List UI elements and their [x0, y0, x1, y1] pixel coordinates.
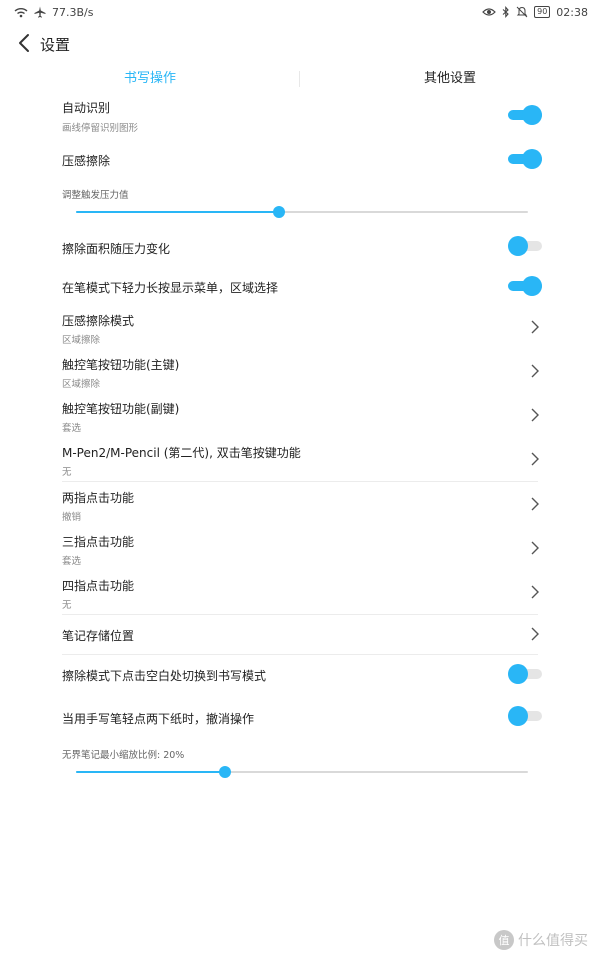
mpen-double-tap-value: 无	[62, 467, 72, 478]
section-divider	[62, 614, 538, 615]
two-finger-tap-label[interactable]: 两指点击功能	[62, 489, 134, 506]
bluetooth-icon	[502, 6, 509, 18]
erase-tap-switch-label: 擦除模式下点击空白处切换到书写模式	[62, 669, 267, 683]
two-finger-tap-value: 撤销	[62, 512, 82, 523]
auto-recognize-sub: 画线停留识别图形	[62, 123, 139, 134]
wifi-icon	[14, 7, 28, 17]
clock: 02:38	[556, 5, 588, 19]
auto-recognize-label: 自动识别	[62, 101, 111, 115]
three-finger-tap-value: 套选	[62, 556, 82, 567]
pen-button-primary-label[interactable]: 触控笔按钮功能(主键)	[62, 356, 179, 373]
pressure-erase-label: 压感擦除	[62, 154, 111, 168]
pen-long-press-toggle[interactable]	[508, 276, 542, 296]
pressure-threshold-label: 调整触发压力值	[62, 190, 129, 201]
mute-icon	[516, 6, 528, 18]
eye-icon	[482, 8, 496, 16]
pen-button-secondary-value: 套选	[62, 423, 82, 434]
chevron-right-icon[interactable]	[530, 584, 540, 600]
chevron-right-icon[interactable]	[530, 451, 540, 467]
network-speed: 77.3B/s	[52, 5, 94, 19]
pressure-erase-mode-value: 区域擦除	[62, 335, 101, 346]
chevron-right-icon[interactable]	[530, 496, 540, 512]
back-arrow-icon[interactable]	[14, 32, 36, 54]
three-finger-tap-label[interactable]: 三指点击功能	[62, 533, 134, 550]
watermark: 值 什么值得买	[494, 930, 588, 950]
airplane-icon	[34, 6, 46, 18]
chevron-right-icon[interactable]	[530, 626, 540, 642]
chevron-right-icon[interactable]	[530, 407, 540, 423]
pen-button-primary-value: 区域擦除	[62, 379, 101, 390]
slider-thumb[interactable]	[219, 766, 232, 778]
pen-button-secondary-label[interactable]: 触控笔按钮功能(副键)	[62, 400, 179, 417]
four-finger-tap-value: 无	[62, 600, 72, 611]
hand-tap-undo-toggle[interactable]	[508, 706, 542, 726]
erase-tap-switch-toggle[interactable]	[508, 664, 542, 684]
status-bar-left: 77.3B/s	[14, 4, 93, 20]
chevron-right-icon[interactable]	[530, 363, 540, 379]
tab-writing-operations[interactable]: 书写操作	[60, 70, 240, 88]
four-finger-tap-label[interactable]: 四指点击功能	[62, 577, 134, 594]
status-bar-right: 90 02:38	[482, 4, 588, 20]
chevron-right-icon[interactable]	[530, 540, 540, 556]
watermark-text: 什么值得买	[518, 933, 588, 949]
erase-area-pressure-label: 擦除面积随压力变化	[62, 242, 171, 256]
pen-long-press-label: 在笔模式下轻力长按显示菜单，区域选择	[62, 281, 279, 295]
auto-recognize-toggle[interactable]	[508, 105, 542, 125]
storage-location-label[interactable]: 笔记存储位置	[62, 627, 134, 644]
mpen-double-tap-label[interactable]: M-Pen2/M-Pencil (第二代), 双击笔按键功能	[62, 444, 301, 461]
chevron-right-icon[interactable]	[530, 319, 540, 335]
pressure-erase-toggle[interactable]	[508, 149, 542, 169]
tab-other-settings[interactable]: 其他设置	[360, 70, 540, 88]
tab-divider	[299, 71, 300, 87]
min-zoom-label: 无界笔记最小缩放比例: 20%	[62, 750, 185, 761]
battery-level: 90	[534, 6, 551, 18]
min-zoom-slider[interactable]	[76, 765, 528, 779]
section-divider	[62, 654, 538, 655]
hand-tap-undo-label: 当用手写笔轻点两下纸时，撤消操作	[62, 712, 255, 726]
watermark-logo: 值	[494, 930, 514, 950]
section-divider	[62, 481, 538, 482]
page-title: 设置	[40, 36, 71, 54]
erase-area-pressure-toggle[interactable]	[508, 236, 542, 256]
pressure-erase-mode-label[interactable]: 压感擦除模式	[62, 312, 134, 329]
slider-thumb[interactable]	[273, 206, 286, 218]
pressure-threshold-slider[interactable]	[76, 205, 528, 219]
